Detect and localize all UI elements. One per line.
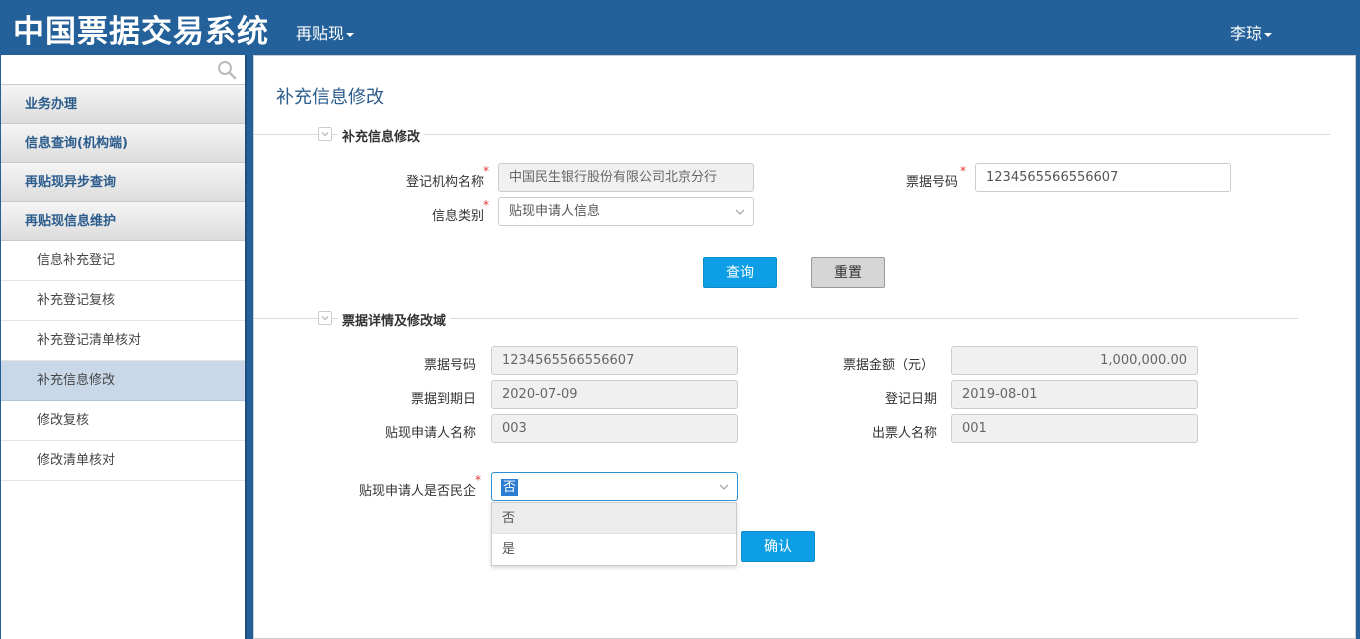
required-star: * bbox=[475, 473, 481, 487]
nav-group-info-maintenance[interactable]: 再贴现信息维护 bbox=[1, 202, 245, 241]
detail-bill-no-label: 票据号码 bbox=[423, 358, 476, 373]
confirm-button[interactable]: 确认 bbox=[741, 531, 815, 562]
info-type-value: 贴现申请人信息 bbox=[509, 204, 601, 219]
chevron-down-icon bbox=[321, 316, 329, 321]
bill-no-input[interactable]: 1234565566556607 bbox=[975, 163, 1231, 192]
section-collapse-toggle[interactable] bbox=[318, 127, 332, 141]
drawer-name-label: 出票人名称 bbox=[871, 426, 937, 441]
reset-button[interactable]: 重置 bbox=[811, 257, 885, 288]
private-enterprise-value: 否 bbox=[501, 479, 519, 496]
sidebar-search-input[interactable] bbox=[1, 55, 245, 84]
nav-item-register-review[interactable]: 补充登记复核 bbox=[1, 281, 245, 321]
dropdown-option-yes[interactable]: 是 bbox=[492, 534, 736, 565]
chevron-down-icon bbox=[719, 484, 729, 490]
chevron-down-icon bbox=[321, 132, 329, 137]
rediscount-menu-label: 再贴现 bbox=[296, 24, 345, 43]
reg-date-field: 2019-08-01 bbox=[951, 380, 1198, 409]
nav-item-modify-list-check[interactable]: 修改清单核对 bbox=[1, 441, 245, 481]
due-date-label: 票据到期日 bbox=[410, 392, 476, 407]
nav-group-business[interactable]: 业务办理 bbox=[1, 85, 245, 124]
rediscount-menu[interactable]: 再贴现 bbox=[296, 20, 355, 44]
detail-bill-no-field: 1234565566556607 bbox=[491, 346, 738, 375]
info-type-select[interactable]: 贴现申请人信息 bbox=[498, 197, 754, 226]
main-panel: 补充信息修改 补充信息修改 登记机构名称 * 中国民生银行股份有限公司北京分行 … bbox=[253, 55, 1356, 639]
user-name: 李琼 bbox=[1230, 24, 1263, 43]
sidebar: 业务办理 信息查询(机构端) 再贴现异步查询 再贴现信息维护 信息补充登记 补充… bbox=[1, 55, 247, 639]
required-star: * bbox=[960, 164, 966, 178]
reg-date-label: 登记日期 bbox=[884, 392, 937, 407]
section-title-detail: 票据详情及修改域 bbox=[338, 310, 451, 329]
nav-group-info-query[interactable]: 信息查询(机构端) bbox=[1, 124, 245, 163]
page-title: 补充信息修改 bbox=[276, 87, 384, 108]
app-title: 中国票据交易系统 bbox=[13, 14, 269, 50]
applicant-name-label: 贴现申请人名称 bbox=[384, 426, 476, 441]
private-enterprise-select[interactable]: 否 bbox=[491, 472, 738, 501]
section-title-query: 补充信息修改 bbox=[338, 126, 425, 145]
top-bar: 中国票据交易系统 再贴现 李琼 bbox=[0, 0, 1360, 55]
dropdown-option-no[interactable]: 否 bbox=[492, 503, 736, 534]
amount-field: 1,000,000.00 bbox=[951, 346, 1198, 375]
drawer-name-field: 001 bbox=[951, 414, 1198, 443]
sidebar-search bbox=[1, 55, 245, 85]
nav-group-async-query[interactable]: 再贴现异步查询 bbox=[1, 163, 245, 202]
section-collapse-toggle[interactable] bbox=[318, 311, 332, 325]
nav-item-supplement-modify[interactable]: 补充信息修改 bbox=[1, 361, 245, 401]
org-name-label: 登记机构名称 bbox=[405, 175, 484, 190]
query-button[interactable]: 查询 bbox=[703, 257, 777, 288]
nav-item-supplement-register[interactable]: 信息补充登记 bbox=[1, 241, 245, 281]
amount-label: 票据金额（元） bbox=[842, 358, 934, 373]
bill-no-label: 票据号码 bbox=[905, 175, 958, 190]
caret-down-icon bbox=[346, 32, 355, 37]
org-name-field: 中国民生银行股份有限公司北京分行 bbox=[498, 163, 754, 192]
applicant-name-field: 003 bbox=[491, 414, 738, 443]
due-date-field: 2020-07-09 bbox=[491, 380, 738, 409]
nav-item-register-list-check[interactable]: 补充登记清单核对 bbox=[1, 321, 245, 361]
nav-item-modify-review[interactable]: 修改复核 bbox=[1, 401, 245, 441]
info-type-label: 信息类别 bbox=[431, 209, 484, 224]
chevron-down-icon bbox=[735, 209, 745, 215]
private-enterprise-label: 贴现申请人是否民企 bbox=[358, 484, 476, 499]
private-enterprise-dropdown: 否 是 bbox=[491, 502, 737, 566]
user-menu[interactable]: 李琼 bbox=[1230, 20, 1273, 44]
search-icon[interactable] bbox=[217, 60, 237, 80]
required-star: * bbox=[483, 198, 489, 212]
caret-down-icon bbox=[1264, 32, 1273, 37]
required-star: * bbox=[483, 164, 489, 178]
